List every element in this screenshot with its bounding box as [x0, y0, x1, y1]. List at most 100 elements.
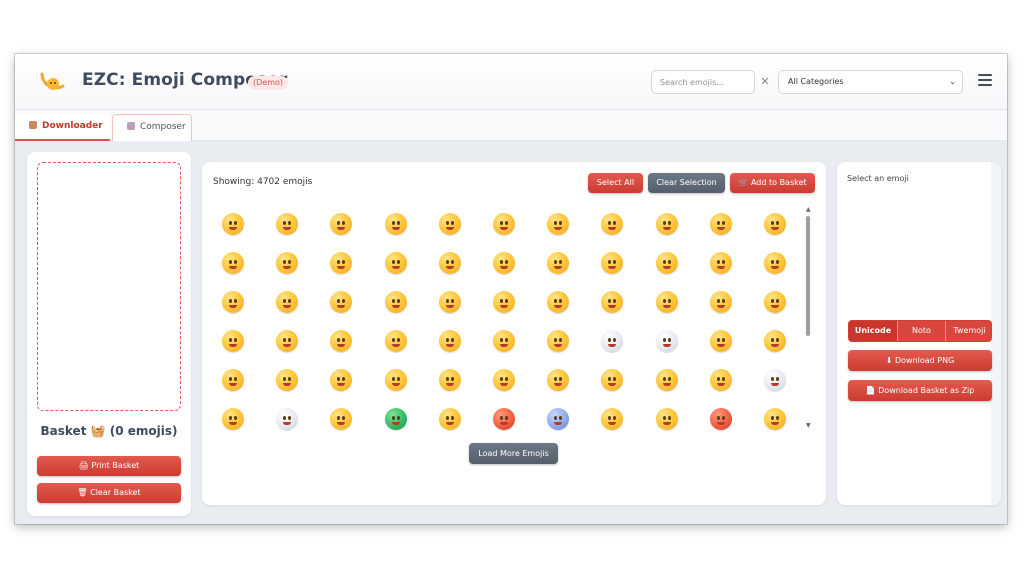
face-blowing-kiss-icon[interactable]: [547, 252, 570, 274]
emoji-mouth: [662, 266, 671, 269]
hand-over-mouth-icon[interactable]: [655, 291, 678, 313]
emoji-mouth: [716, 344, 725, 347]
clear-selection-button[interactable]: Clear Selection: [648, 173, 725, 193]
star-struck-icon[interactable]: [493, 252, 515, 274]
winking-tongue-icon[interactable]: [384, 291, 407, 313]
slightly-smiling-icon[interactable]: [655, 213, 678, 235]
basket-dropzone[interactable]: [37, 162, 181, 411]
pensive-face-icon[interactable]: [547, 369, 570, 391]
emoji-mouth: [445, 422, 454, 425]
squinting-tongue-icon[interactable]: [493, 291, 515, 313]
tab-label: Downloader: [42, 121, 103, 131]
expressionless-icon[interactable]: [493, 330, 515, 352]
lying-face-icon[interactable]: [384, 369, 407, 391]
relieved-face-icon[interactable]: [493, 369, 515, 391]
vomiting-face-icon[interactable]: [384, 408, 407, 430]
rolling-eyes-icon[interactable]: [222, 369, 244, 391]
cowboy-face-icon[interactable]: [764, 408, 786, 430]
scroll-down-icon[interactable]: ▼: [806, 422, 811, 429]
category-select[interactable]: All Categories ⌄: [778, 70, 963, 94]
mask-face-icon[interactable]: [764, 369, 786, 391]
tab-downloader[interactable]: Downloader: [15, 114, 110, 141]
heart-eyes-icon[interactable]: [438, 252, 461, 274]
raised-eyebrow-icon[interactable]: [384, 330, 407, 352]
scroll-thumb[interactable]: [806, 216, 810, 336]
smiling-halo-icon[interactable]: [330, 252, 353, 274]
download-zip-button[interactable]: 📄 Download Basket as Zip: [848, 380, 992, 401]
smiling-face-icon[interactable]: [655, 252, 678, 274]
grinning-face-big-eyes-icon[interactable]: [276, 213, 299, 235]
sneezing-face-icon[interactable]: [438, 408, 461, 430]
detail-scrollbar[interactable]: [991, 162, 1001, 505]
emoji-grid: [202, 205, 812, 439]
head-bandage-icon[interactable]: [276, 408, 299, 430]
add-to-basket-button[interactable]: 🛒 Add to Basket: [730, 173, 815, 193]
unamused-face-icon[interactable]: [764, 330, 786, 352]
saluting-face-icon[interactable]: [276, 330, 299, 352]
smiling-blush-icon[interactable]: [276, 252, 299, 274]
download-png-button[interactable]: ⬇ Download PNG: [848, 350, 992, 371]
shaking-face-icon[interactable]: [438, 369, 461, 391]
zany-face-icon[interactable]: [438, 291, 461, 313]
no-mouth-icon[interactable]: [547, 330, 570, 352]
search-input[interactable]: [651, 70, 755, 94]
face-in-clouds-icon[interactable]: [655, 330, 678, 352]
emoji-grid-scrollbar[interactable]: ▲ ▼: [806, 206, 811, 431]
woozy-face-icon[interactable]: [601, 408, 624, 430]
hot-face-icon[interactable]: [493, 408, 515, 430]
money-mouth-icon[interactable]: [547, 291, 570, 313]
smiling-hearts-icon[interactable]: [384, 252, 407, 274]
grimacing-icon[interactable]: [276, 369, 299, 391]
hugging-face-icon[interactable]: [601, 291, 624, 313]
grinning-sweat-icon[interactable]: [493, 213, 515, 235]
smiling-tear-icon[interactable]: [222, 291, 244, 313]
winking-face-icon[interactable]: [222, 252, 244, 274]
sleeping-face-icon[interactable]: [709, 369, 732, 391]
thermometer-face-icon[interactable]: [222, 408, 244, 430]
joy-face-icon[interactable]: [601, 213, 624, 235]
style-twemoji-button[interactable]: Twemoji: [945, 321, 991, 341]
emoji-mouth: [445, 305, 454, 308]
clear-search-icon[interactable]: ✕: [757, 70, 773, 94]
grinning-squinting-face-icon[interactable]: [438, 213, 461, 235]
kissing-smiling-eyes-icon[interactable]: [764, 252, 786, 274]
kissing-face-icon[interactable]: [601, 252, 624, 274]
print-basket-button[interactable]: 🖨 Print Basket: [37, 456, 181, 476]
grinning-face-icon[interactable]: [222, 213, 244, 235]
sleepy-face-icon[interactable]: [601, 369, 624, 391]
melting-face-icon[interactable]: [764, 213, 786, 235]
emoji-mouth: [554, 305, 563, 308]
cold-face-icon[interactable]: [547, 408, 570, 430]
emoji-mouth: [608, 266, 617, 269]
style-unicode-button[interactable]: Unicode: [849, 321, 897, 341]
yum-face-icon[interactable]: [276, 291, 299, 313]
exploding-head-icon[interactable]: [709, 408, 732, 430]
dizzy-face-icon[interactable]: [655, 408, 678, 430]
thinking-face-icon[interactable]: [222, 330, 244, 352]
rolling-laughing-icon[interactable]: [547, 213, 570, 235]
shushing-face-icon[interactable]: [764, 291, 786, 313]
tab-composer[interactable]: Composer: [112, 114, 192, 141]
emoji-mouth: [283, 383, 292, 386]
kissing-closed-eyes-icon[interactable]: [709, 252, 732, 274]
neutral-face-icon[interactable]: [438, 330, 461, 352]
select-all-button[interactable]: Select All: [588, 173, 643, 193]
chevron-down-icon: ⌄: [949, 77, 956, 86]
drooling-face-icon[interactable]: [655, 369, 678, 391]
exhaling-icon[interactable]: [330, 369, 353, 391]
load-more-button[interactable]: Load More Emojis: [469, 443, 558, 464]
nauseated-face-icon[interactable]: [330, 408, 353, 430]
grinning-face-smiling-eyes-icon[interactable]: [330, 213, 353, 235]
style-noto-button[interactable]: Noto: [897, 321, 945, 341]
open-eyes-hand-icon[interactable]: [709, 291, 732, 313]
tongue-face-icon[interactable]: [330, 291, 353, 313]
zipper-mouth-icon[interactable]: [330, 330, 353, 352]
emoji-mouth: [771, 266, 779, 269]
scroll-up-icon[interactable]: ▲: [806, 206, 811, 213]
dotted-line-face-icon[interactable]: [601, 330, 624, 352]
upside-down-icon[interactable]: [709, 213, 732, 235]
beaming-face-icon[interactable]: [384, 213, 407, 235]
clear-basket-button[interactable]: 🗑 Clear Basket: [37, 483, 181, 503]
hamburger-menu-icon[interactable]: [978, 72, 992, 86]
smirking-face-icon[interactable]: [709, 330, 732, 352]
